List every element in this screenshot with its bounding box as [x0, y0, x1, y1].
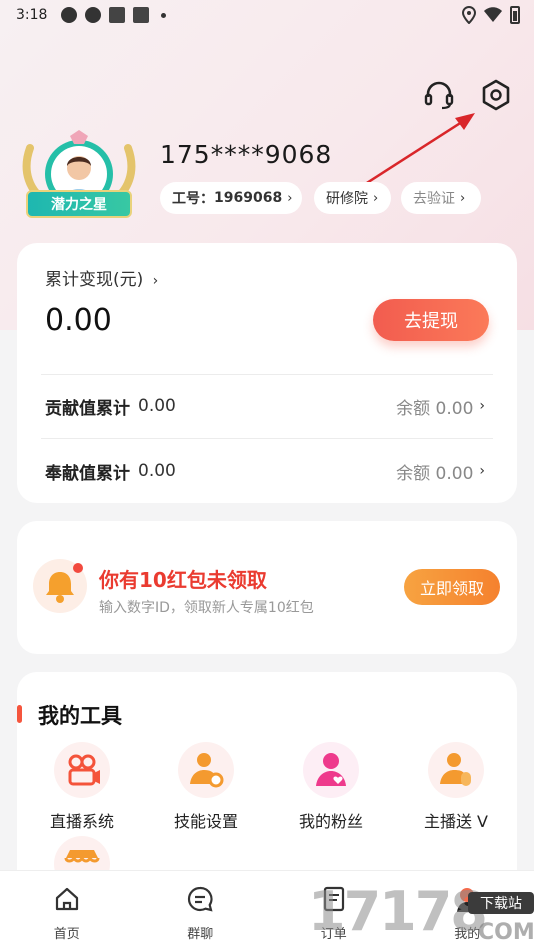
academy-chip[interactable]: 研修院 ›: [314, 182, 391, 214]
tools-card: 我的工具 直播系统 技能设置 我的粉丝 主播送 V: [17, 672, 517, 892]
wifi-icon: [484, 7, 502, 22]
tool-live-system[interactable]: 直播系统: [27, 742, 137, 832]
red-packet-subtitle: 输入数字ID，领取新人专属10红包: [99, 600, 314, 616]
customer-service-button[interactable]: [422, 78, 456, 112]
avatar-badge[interactable]: 潜力之星: [20, 130, 138, 230]
tool-anchor-v[interactable]: 主播送 V: [401, 742, 511, 832]
row-balance: 余额 0.00: [396, 463, 474, 484]
badge-label: 潜力之星: [26, 190, 132, 218]
red-packet-card: 你有10红包未领取 输入数字ID，领取新人专属10红包 立即领取: [17, 521, 517, 654]
verify-chip[interactable]: 去验证 ›: [401, 182, 481, 214]
nav-group-chat[interactable]: 群聊: [134, 871, 268, 950]
status-right-icons: [462, 6, 520, 24]
headset-icon: [424, 81, 454, 110]
square-notification-icon: [109, 7, 126, 23]
watermark-badge: 下载站: [468, 892, 534, 914]
watermark-digits: 17178: [308, 880, 488, 943]
job-number-chip[interactable]: 工号： 1969068 ›: [160, 182, 302, 214]
location-icon: [462, 6, 476, 24]
cumulative-label: 累计变现(元): [45, 270, 144, 290]
tool-skill-settings[interactable]: 技能设置: [151, 742, 261, 832]
chevron-right-icon: ›: [460, 190, 466, 206]
chat-icon: [188, 886, 213, 912]
tools-title: 我的工具: [38, 704, 122, 728]
row-balance: 余额 0.00: [396, 398, 474, 419]
chevron-right-icon: ›: [152, 273, 159, 289]
tool-label: 我的粉丝: [298, 812, 363, 831]
tool-label: 直播系统: [49, 812, 114, 831]
square-notification-icon: [133, 7, 150, 23]
divider: [41, 438, 493, 439]
site-watermark: 17178 下载站 COM: [308, 880, 534, 950]
live-camera-icon: [54, 742, 110, 798]
status-time: 3:18: [16, 7, 48, 23]
signal-app-icon: [85, 7, 102, 23]
section-accent-bar: [17, 705, 22, 723]
fans-heart-icon: [303, 742, 359, 798]
contribution-row[interactable]: 贡献值累计 0.00 余额 0.00 ›: [45, 391, 485, 421]
hexagon-settings-icon: [482, 79, 510, 111]
chevron-right-icon: ›: [479, 398, 485, 414]
signal-app-icon: [61, 7, 78, 23]
tool-label: 主播送 V: [423, 812, 489, 831]
chevron-right-icon: ›: [287, 190, 293, 206]
row-value: 0.00: [138, 396, 176, 416]
chevron-right-icon: ›: [479, 463, 485, 479]
claim-button[interactable]: 立即领取: [404, 569, 500, 605]
status-bar: 3:18: [0, 0, 534, 30]
job-number-value: 1969068: [214, 190, 283, 206]
red-packet-title: 你有10红包未领取: [99, 568, 267, 592]
cumulative-earnings-link[interactable]: 累计变现(元) ›: [45, 265, 158, 290]
battery-icon: [510, 6, 520, 24]
row-value: 0.00: [138, 461, 176, 481]
user-coin-icon: [428, 742, 484, 798]
dot-icon: [161, 12, 167, 18]
academy-label: 研修院: [326, 191, 368, 207]
row-label: 贡献值累计: [45, 398, 130, 419]
home-icon: [55, 887, 78, 911]
tool-my-fans[interactable]: 我的粉丝: [276, 742, 386, 832]
user-gear-icon: [178, 742, 234, 798]
user-phone: 175****9068: [160, 140, 333, 169]
row-label: 奉献值累计: [45, 463, 130, 484]
job-number-label: 工号：: [172, 191, 214, 207]
divider: [41, 374, 493, 375]
notification-dot: [73, 563, 83, 573]
nav-label: 首页: [53, 927, 80, 942]
verify-label: 去验证: [413, 191, 455, 207]
cumulative-amount: 0.00: [45, 303, 112, 338]
nav-home[interactable]: 首页: [0, 871, 134, 950]
annotation-arrow-icon: [358, 113, 475, 190]
dedication-row[interactable]: 奉献值累计 0.00 余额 0.00 ›: [45, 456, 485, 486]
chevron-right-icon: ›: [373, 190, 379, 206]
balance-card: 累计变现(元) › 0.00 去提现 贡献值累计 0.00 余额 0.00 › …: [17, 243, 517, 503]
withdraw-button[interactable]: 去提现: [373, 299, 489, 341]
tool-label: 技能设置: [173, 812, 238, 831]
watermark-suffix: COM: [478, 920, 534, 945]
settings-button[interactable]: [479, 78, 513, 112]
nav-label: 群聊: [187, 927, 214, 942]
